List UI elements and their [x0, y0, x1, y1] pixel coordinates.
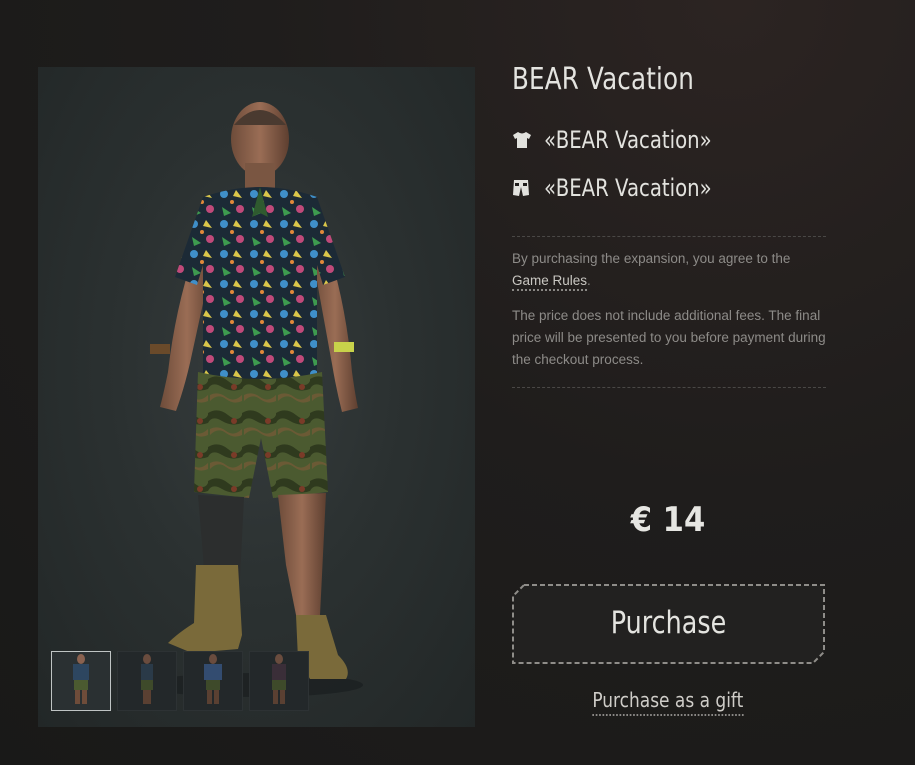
thumbnail-figure-icon [204, 654, 222, 704]
product-title: BEAR Vacation [512, 62, 695, 97]
purchase-as-gift-link[interactable]: Purchase as a gift [560, 688, 776, 716]
agreement-suffix: . [587, 273, 591, 288]
thumbnail-figure-icon [272, 654, 286, 704]
thumbnail-alt-view[interactable] [249, 651, 309, 711]
thumbnail-figure-icon [73, 654, 89, 704]
purchase-button[interactable]: Purchase [512, 584, 825, 664]
thumbnail-front-view[interactable] [51, 651, 111, 711]
character-preview [38, 67, 475, 727]
included-item-shorts: «BEAR Vacation» [512, 174, 748, 202]
price: € 14 [630, 500, 706, 540]
purchase-as-gift-label: Purchase as a gift [592, 688, 744, 716]
purchase-button-label: Purchase [610, 605, 727, 641]
thumbnail-strip [51, 651, 309, 711]
character-model-image [143, 102, 363, 697]
divider [512, 236, 826, 237]
agreement-note: By purchasing the expansion, you agree t… [512, 248, 832, 292]
thumbnail-side-view[interactable] [117, 651, 177, 711]
price-notice: The price does not include additional fe… [512, 308, 826, 367]
included-item-shirt: «BEAR Vacation» [512, 126, 748, 154]
included-item-label: «BEAR Vacation» [544, 174, 712, 202]
included-item-label: «BEAR Vacation» [544, 126, 712, 154]
game-rules-link[interactable]: Game Rules [512, 273, 588, 291]
divider [512, 387, 826, 388]
agreement-text: By purchasing the expansion, you agree t… [512, 251, 791, 266]
tshirt-icon [512, 130, 532, 150]
thumbnail-back-view[interactable] [183, 651, 243, 711]
thumbnail-figure-icon [141, 654, 153, 704]
shorts-icon [512, 178, 532, 198]
